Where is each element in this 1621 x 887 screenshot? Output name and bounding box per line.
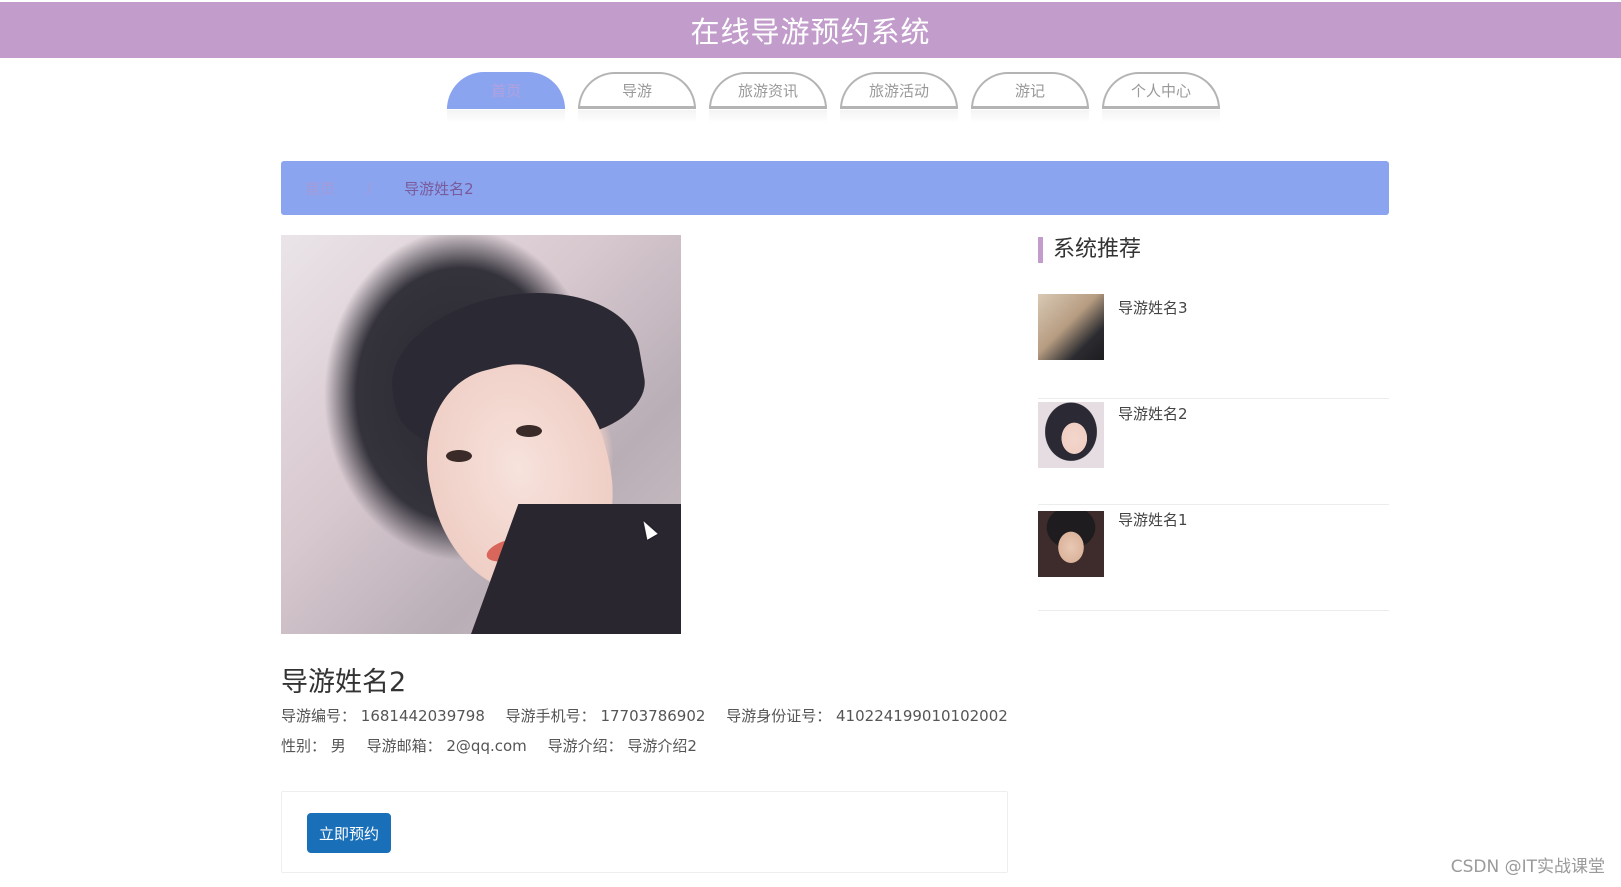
recommend-thumbnail[interactable] [1038,402,1104,468]
guide-id-field: 导游身份证号： 410224199010102002 [726,707,1008,725]
guide-info-line-2: 性别： 男 导游邮箱： 2@qq.com 导游介绍： 导游介绍2 [281,735,713,756]
guide-number-label: 导游编号： [281,707,357,725]
guide-intro-field: 导游介绍： 导游介绍2 [548,737,697,755]
recommend-thumbnail[interactable] [1038,294,1104,360]
guide-phone-value: 17703786902 [600,707,706,725]
guide-email-field: 导游邮箱： 2@qq.com [367,737,527,755]
watermark: CSDN @IT实战课堂 [1450,857,1605,877]
recommend-item-name[interactable]: 导游姓名3 [1118,297,1188,318]
guide-gender-field: 性别： 男 [281,737,346,755]
recommend-item-name[interactable]: 导游姓名1 [1118,509,1188,530]
recommend-item[interactable]: 导游姓名2 [1038,399,1389,505]
photo-eye-left [446,450,472,462]
tab-home[interactable]: 首页 [447,72,565,123]
guide-gender-label: 性别： [281,737,327,755]
tab-travel-activities[interactable]: 旅游活动 [840,72,958,123]
guide-phone-label: 导游手机号： [505,707,596,725]
breadcrumb: 首页 / 导游姓名2 [281,161,1389,215]
guide-email-label: 导游邮箱： [366,737,442,755]
guide-id-label: 导游身份证号： [726,707,832,725]
recommend-item[interactable]: 导游姓名3 [1038,293,1389,399]
tab-personal-center[interactable]: 个人中心 [1102,72,1220,123]
recommend-title: 系统推荐 [1038,237,1141,263]
tab-travel-news[interactable]: 旅游资讯 [709,72,827,123]
tab-guides[interactable]: 导游 [578,72,696,123]
guide-photo [281,235,681,634]
guide-email-value: 2@qq.com [446,737,527,755]
guide-intro-value: 导游介绍2 [627,737,697,755]
breadcrumb-separator: / [367,179,373,197]
page: 在线导游预约系统 首页 导游 旅游资讯 旅游活动 游记 个人中心 首页 / 导游… [0,0,1621,887]
guide-gender-value: 男 [330,737,346,755]
tab-travel-notes[interactable]: 游记 [971,72,1089,123]
guide-intro-label: 导游介绍： [547,737,623,755]
recommend-thumbnail[interactable] [1038,511,1104,577]
guide-phone-field: 导游手机号： 17703786902 [506,707,706,725]
main-nav: 首页 导游 旅游资讯 旅游活动 游记 个人中心 [447,72,1220,123]
guide-number-value: 1681442039798 [360,707,485,725]
guide-id-value: 410224199010102002 [836,707,1008,725]
book-now-button[interactable]: 立即预约 [307,813,391,853]
guide-name-heading: 导游姓名2 [281,667,407,698]
site-header: 在线导游预约系统 [0,2,1621,58]
recommend-item[interactable]: 导游姓名1 [1038,505,1389,611]
booking-panel: 立即预约 [281,791,1008,873]
recommend-item-name[interactable]: 导游姓名2 [1118,403,1188,424]
photo-eye-right [516,425,542,437]
breadcrumb-current: 导游姓名2 [404,179,474,198]
recommend-list: 导游姓名3 导游姓名2 导游姓名1 [1038,293,1389,611]
site-title: 在线导游预约系统 [690,15,931,49]
breadcrumb-home-link[interactable]: 首页 [305,178,335,199]
guide-info-line-1: 导游编号： 1681442039798 导游手机号： 17703786902 导… [281,705,1024,726]
guide-number-field: 导游编号： 1681442039798 [281,707,485,725]
